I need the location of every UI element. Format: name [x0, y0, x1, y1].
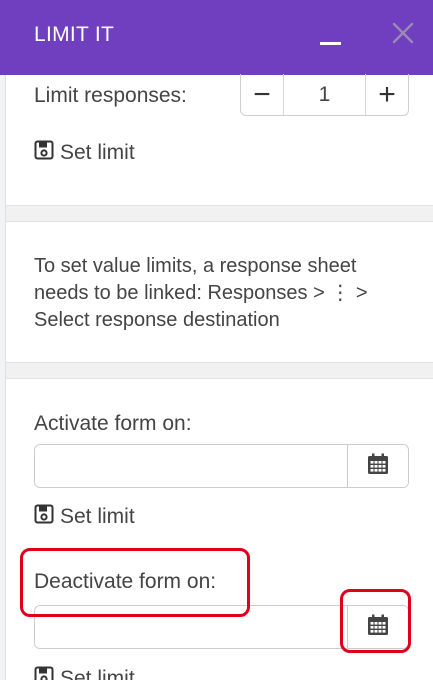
header-bar: LIMIT IT — [0, 0, 433, 75]
activate-calendar-button[interactable] — [347, 445, 408, 487]
set-limit-deactivate-button[interactable]: Set limit — [34, 666, 135, 680]
decrement-button[interactable]: − — [241, 74, 283, 115]
set-limit-responses-button[interactable]: Set limit — [34, 140, 135, 166]
set-limit-label: Set limit — [60, 505, 135, 528]
responses-stepper: − 1 + — [240, 74, 409, 116]
activate-date-field — [34, 444, 409, 488]
limit-responses-label: Limit responses: — [34, 84, 187, 107]
limit-it-panel: LIMIT IT Limit responses: − 1 + Set limi… — [0, 0, 433, 680]
minimize-icon[interactable] — [318, 26, 344, 52]
save-icon — [34, 504, 54, 530]
section-divider — [6, 205, 433, 222]
value-limits-info: To set value limits, a response sheet ne… — [34, 255, 368, 331]
section-divider — [6, 362, 433, 379]
activate-form-label: Activate form on: — [34, 412, 192, 435]
responses-count-value[interactable]: 1 — [283, 74, 366, 115]
save-icon — [34, 666, 54, 680]
calendar-icon — [367, 453, 389, 480]
set-limit-activate-button[interactable]: Set limit — [34, 504, 135, 530]
activate-date-input[interactable] — [35, 445, 347, 487]
deactivate-date-input[interactable] — [35, 606, 347, 648]
deactivate-form-label: Deactivate form on: — [34, 570, 217, 593]
save-icon — [34, 140, 54, 166]
set-limit-label: Set limit — [60, 141, 135, 164]
calendar-icon — [367, 614, 389, 641]
deactivate-date-field — [34, 605, 409, 649]
close-icon[interactable] — [391, 21, 415, 45]
panel-title: LIMIT IT — [34, 23, 115, 46]
deactivate-calendar-button[interactable] — [347, 606, 408, 648]
set-limit-label: Set limit — [60, 667, 135, 680]
increment-button[interactable]: + — [366, 74, 408, 115]
